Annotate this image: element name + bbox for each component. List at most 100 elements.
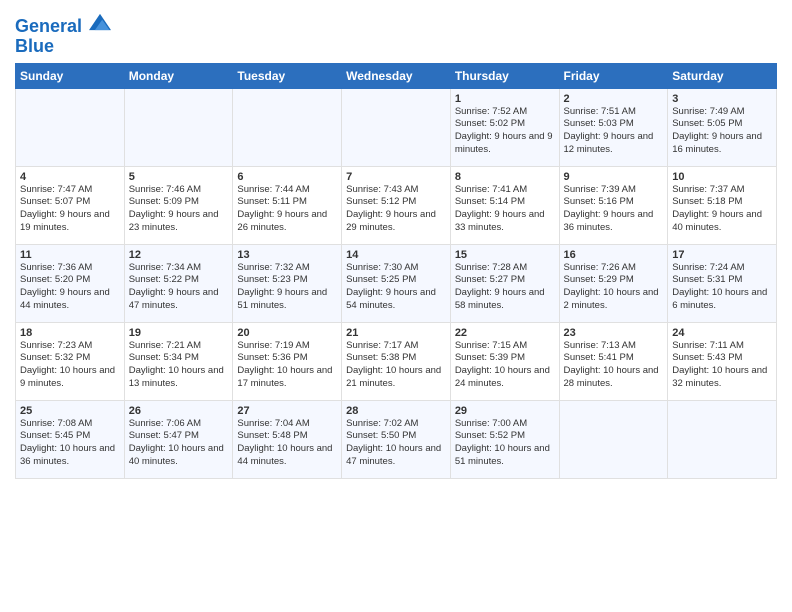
logo: General Blue [15,14,111,57]
day-number: 20 [237,327,337,339]
calendar-cell [124,88,233,166]
header-row: General Blue [15,10,777,57]
calendar-cell [233,88,342,166]
cell-details: Sunrise: 7:37 AMSunset: 5:18 PMDaylight:… [672,184,772,235]
header-monday: Monday [124,63,233,88]
calendar-cell: 8Sunrise: 7:41 AMSunset: 5:14 PMDaylight… [450,166,559,244]
cell-details: Sunrise: 7:06 AMSunset: 5:47 PMDaylight:… [129,418,229,469]
calendar-cell [16,88,125,166]
calendar-cell: 15Sunrise: 7:28 AMSunset: 5:27 PMDayligh… [450,244,559,322]
day-number: 10 [672,171,772,183]
week-row-2: 4Sunrise: 7:47 AMSunset: 5:07 PMDaylight… [16,166,777,244]
calendar-cell: 14Sunrise: 7:30 AMSunset: 5:25 PMDayligh… [342,244,451,322]
page-container: General Blue SundayMondayTuesdayWednesda… [0,0,792,484]
calendar-cell [559,400,668,478]
cell-details: Sunrise: 7:39 AMSunset: 5:16 PMDaylight:… [564,184,664,235]
day-number: 21 [346,327,446,339]
cell-details: Sunrise: 7:49 AMSunset: 5:05 PMDaylight:… [672,106,772,157]
cell-details: Sunrise: 7:17 AMSunset: 5:38 PMDaylight:… [346,340,446,391]
calendar-cell: 26Sunrise: 7:06 AMSunset: 5:47 PMDayligh… [124,400,233,478]
cell-details: Sunrise: 7:24 AMSunset: 5:31 PMDaylight:… [672,262,772,313]
day-number: 24 [672,327,772,339]
cell-details: Sunrise: 7:43 AMSunset: 5:12 PMDaylight:… [346,184,446,235]
cell-details: Sunrise: 7:30 AMSunset: 5:25 PMDaylight:… [346,262,446,313]
logo-text: General [15,14,111,37]
cell-details: Sunrise: 7:21 AMSunset: 5:34 PMDaylight:… [129,340,229,391]
calendar-header: SundayMondayTuesdayWednesdayThursdayFrid… [16,63,777,88]
cell-details: Sunrise: 7:19 AMSunset: 5:36 PMDaylight:… [237,340,337,391]
calendar-cell [668,400,777,478]
calendar-cell: 9Sunrise: 7:39 AMSunset: 5:16 PMDaylight… [559,166,668,244]
cell-details: Sunrise: 7:08 AMSunset: 5:45 PMDaylight:… [20,418,120,469]
cell-details: Sunrise: 7:47 AMSunset: 5:07 PMDaylight:… [20,184,120,235]
day-number: 27 [237,405,337,417]
logo-icon [89,12,111,32]
calendar-cell: 23Sunrise: 7:13 AMSunset: 5:41 PMDayligh… [559,322,668,400]
header-friday: Friday [559,63,668,88]
calendar-cell: 19Sunrise: 7:21 AMSunset: 5:34 PMDayligh… [124,322,233,400]
calendar-table: SundayMondayTuesdayWednesdayThursdayFrid… [15,63,777,479]
day-number: 16 [564,249,664,261]
cell-details: Sunrise: 7:15 AMSunset: 5:39 PMDaylight:… [455,340,555,391]
calendar-cell: 2Sunrise: 7:51 AMSunset: 5:03 PMDaylight… [559,88,668,166]
calendar-cell: 12Sunrise: 7:34 AMSunset: 5:22 PMDayligh… [124,244,233,322]
cell-details: Sunrise: 7:04 AMSunset: 5:48 PMDaylight:… [237,418,337,469]
calendar-cell: 5Sunrise: 7:46 AMSunset: 5:09 PMDaylight… [124,166,233,244]
day-number: 9 [564,171,664,183]
cell-details: Sunrise: 7:41 AMSunset: 5:14 PMDaylight:… [455,184,555,235]
day-number: 3 [672,93,772,105]
calendar-cell: 7Sunrise: 7:43 AMSunset: 5:12 PMDaylight… [342,166,451,244]
calendar-cell [342,88,451,166]
day-number: 22 [455,327,555,339]
day-number: 23 [564,327,664,339]
calendar-cell: 1Sunrise: 7:52 AMSunset: 5:02 PMDaylight… [450,88,559,166]
calendar-cell: 21Sunrise: 7:17 AMSunset: 5:38 PMDayligh… [342,322,451,400]
calendar-body: 1Sunrise: 7:52 AMSunset: 5:02 PMDaylight… [16,88,777,478]
day-number: 4 [20,171,120,183]
calendar-cell: 20Sunrise: 7:19 AMSunset: 5:36 PMDayligh… [233,322,342,400]
cell-details: Sunrise: 7:52 AMSunset: 5:02 PMDaylight:… [455,106,555,157]
calendar-cell: 10Sunrise: 7:37 AMSunset: 5:18 PMDayligh… [668,166,777,244]
day-number: 19 [129,327,229,339]
cell-details: Sunrise: 7:34 AMSunset: 5:22 PMDaylight:… [129,262,229,313]
cell-details: Sunrise: 7:11 AMSunset: 5:43 PMDaylight:… [672,340,772,391]
logo-general: General [15,16,82,36]
logo-blue: Blue [15,37,111,57]
calendar-cell: 27Sunrise: 7:04 AMSunset: 5:48 PMDayligh… [233,400,342,478]
day-number: 29 [455,405,555,417]
cell-details: Sunrise: 7:26 AMSunset: 5:29 PMDaylight:… [564,262,664,313]
header-wednesday: Wednesday [342,63,451,88]
day-number: 6 [237,171,337,183]
header-row-days: SundayMondayTuesdayWednesdayThursdayFrid… [16,63,777,88]
header-thursday: Thursday [450,63,559,88]
cell-details: Sunrise: 7:00 AMSunset: 5:52 PMDaylight:… [455,418,555,469]
calendar-cell: 25Sunrise: 7:08 AMSunset: 5:45 PMDayligh… [16,400,125,478]
day-number: 12 [129,249,229,261]
day-number: 14 [346,249,446,261]
cell-details: Sunrise: 7:02 AMSunset: 5:50 PMDaylight:… [346,418,446,469]
day-number: 8 [455,171,555,183]
day-number: 17 [672,249,772,261]
week-row-3: 11Sunrise: 7:36 AMSunset: 5:20 PMDayligh… [16,244,777,322]
header-tuesday: Tuesday [233,63,342,88]
day-number: 11 [20,249,120,261]
calendar-cell: 11Sunrise: 7:36 AMSunset: 5:20 PMDayligh… [16,244,125,322]
calendar-cell: 17Sunrise: 7:24 AMSunset: 5:31 PMDayligh… [668,244,777,322]
calendar-cell: 3Sunrise: 7:49 AMSunset: 5:05 PMDaylight… [668,88,777,166]
day-number: 15 [455,249,555,261]
cell-details: Sunrise: 7:23 AMSunset: 5:32 PMDaylight:… [20,340,120,391]
day-number: 26 [129,405,229,417]
header-saturday: Saturday [668,63,777,88]
cell-details: Sunrise: 7:46 AMSunset: 5:09 PMDaylight:… [129,184,229,235]
calendar-cell: 24Sunrise: 7:11 AMSunset: 5:43 PMDayligh… [668,322,777,400]
calendar-cell: 16Sunrise: 7:26 AMSunset: 5:29 PMDayligh… [559,244,668,322]
calendar-cell: 18Sunrise: 7:23 AMSunset: 5:32 PMDayligh… [16,322,125,400]
day-number: 18 [20,327,120,339]
cell-details: Sunrise: 7:51 AMSunset: 5:03 PMDaylight:… [564,106,664,157]
header-sunday: Sunday [16,63,125,88]
cell-details: Sunrise: 7:36 AMSunset: 5:20 PMDaylight:… [20,262,120,313]
day-number: 5 [129,171,229,183]
cell-details: Sunrise: 7:44 AMSunset: 5:11 PMDaylight:… [237,184,337,235]
day-number: 13 [237,249,337,261]
week-row-5: 25Sunrise: 7:08 AMSunset: 5:45 PMDayligh… [16,400,777,478]
